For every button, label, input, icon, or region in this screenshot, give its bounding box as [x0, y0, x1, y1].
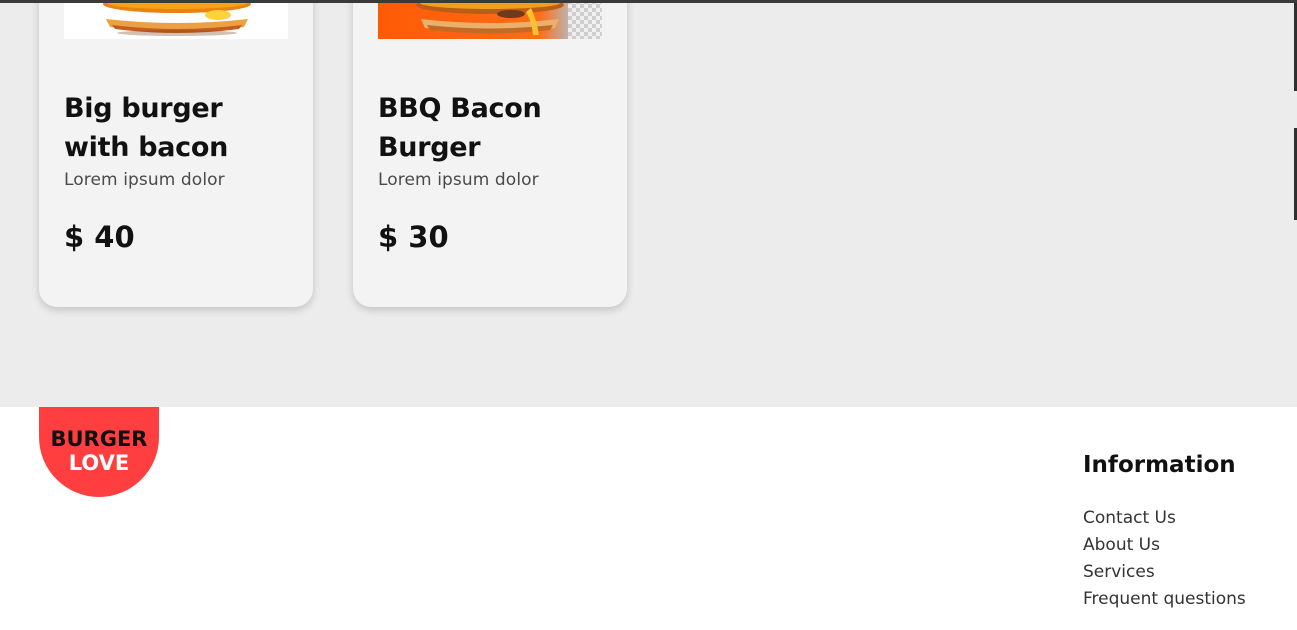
services-link[interactable]: Services: [1083, 559, 1283, 586]
burger-image: [64, 0, 288, 39]
frequent-questions-link[interactable]: Frequent questions: [1083, 586, 1283, 613]
product-title: Big burger with bacon: [64, 93, 229, 163]
burger-love-page: Big burger with bacon Lorem ipsum dolor …: [0, 0, 1297, 630]
product-description: Lorem ipsum dolor: [378, 170, 539, 190]
contact-us-link[interactable]: Contact Us: [1083, 505, 1283, 532]
logo-text-burger: BURGER: [50, 427, 148, 451]
burger-image-graphic: [416, 0, 564, 35]
burger-image-graphic: [103, 0, 251, 36]
product-price: $ 40: [64, 220, 135, 254]
product-price: $ 30: [378, 220, 449, 254]
information-heading: Information: [1083, 452, 1236, 478]
transparent-pattern: [568, 0, 602, 39]
product-card[interactable]: Big burger with bacon Lorem ipsum dolor …: [39, 0, 313, 307]
top-divider: [0, 0, 1297, 3]
product-description: Lorem ipsum dolor: [64, 170, 225, 190]
product-card[interactable]: BBQ Bacon Burger Lorem ipsum dolor $ 30: [353, 0, 627, 307]
product-title: BBQ Bacon Burger: [378, 93, 542, 163]
about-us-link[interactable]: About Us: [1083, 532, 1283, 559]
logo-text-love: LOVE: [68, 451, 130, 475]
information-links: Information Contact Us About Us Services…: [1083, 452, 1283, 613]
products-section: Big burger with bacon Lorem ipsum dolor …: [0, 0, 1297, 407]
burger-image: [378, 0, 602, 39]
site-footer: BURGER LOVE Information Contact Us About…: [0, 407, 1297, 630]
burger-love-logo[interactable]: BURGER LOVE: [39, 407, 159, 497]
